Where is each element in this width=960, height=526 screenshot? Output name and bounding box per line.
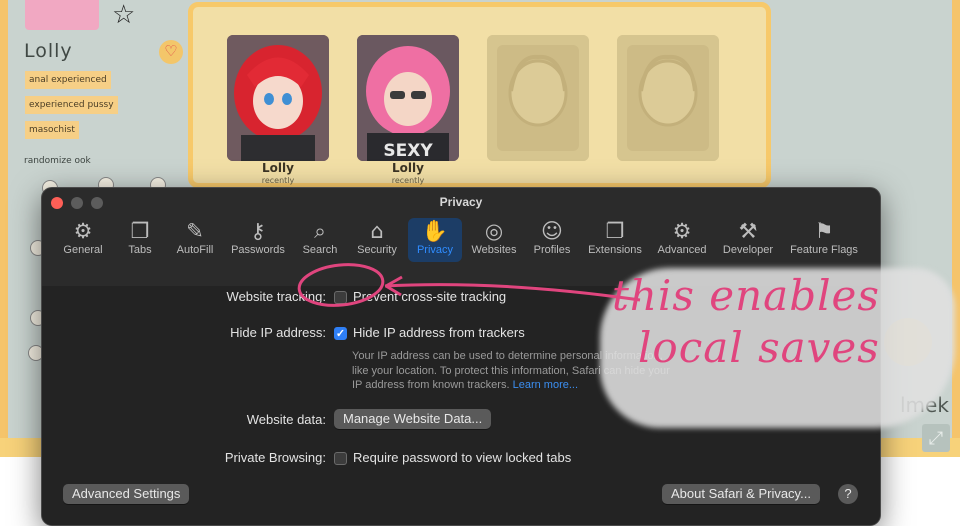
annotation-text: this enables local saves [612, 270, 942, 374]
annotation-line: local saves [638, 323, 880, 372]
annotation-circle-arrow [297, 263, 641, 307]
annotation-line: this enables [612, 271, 880, 320]
